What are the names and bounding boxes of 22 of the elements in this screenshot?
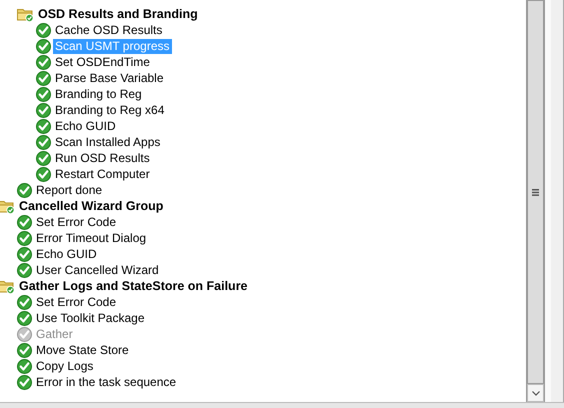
step-label[interactable]: Run OSD Results — [53, 150, 152, 166]
step-label[interactable]: Branding to Reg — [53, 86, 144, 102]
step-label[interactable]: Copy Logs — [34, 358, 96, 374]
step-label[interactable]: Scan Installed Apps — [53, 134, 162, 150]
step-label[interactable]: Cache OSD Results — [53, 22, 164, 38]
group-label[interactable]: Cancelled Wizard Group — [17, 198, 166, 214]
step-label[interactable]: User Cancelled Wizard — [34, 262, 161, 278]
group-label[interactable]: Gather Logs and StateStore on Failure — [17, 278, 250, 294]
step-label[interactable]: Report done — [34, 182, 104, 198]
step-label[interactable]: Parse Base Variable — [53, 70, 166, 86]
step-label[interactable]: Set Error Code — [34, 294, 118, 310]
step-label[interactable]: Move State Store — [34, 342, 131, 358]
step-label[interactable]: Error in the task sequence — [34, 374, 178, 390]
step-label[interactable]: Use Toolkit Package — [34, 310, 147, 326]
step-label[interactable]: Echo GUID — [53, 118, 118, 134]
step-label[interactable]: Branding to Reg x64 — [53, 102, 166, 118]
step-label[interactable]: Set Error Code — [34, 214, 118, 230]
step-label[interactable]: Echo GUID — [34, 246, 99, 262]
step-label[interactable]: Restart Computer — [53, 166, 152, 182]
step-label[interactable]: Set OSDEndTime — [53, 54, 152, 70]
step-label[interactable]: Error Timeout Dialog — [34, 230, 148, 246]
group-label[interactable]: OSD Results and Branding — [36, 6, 200, 22]
